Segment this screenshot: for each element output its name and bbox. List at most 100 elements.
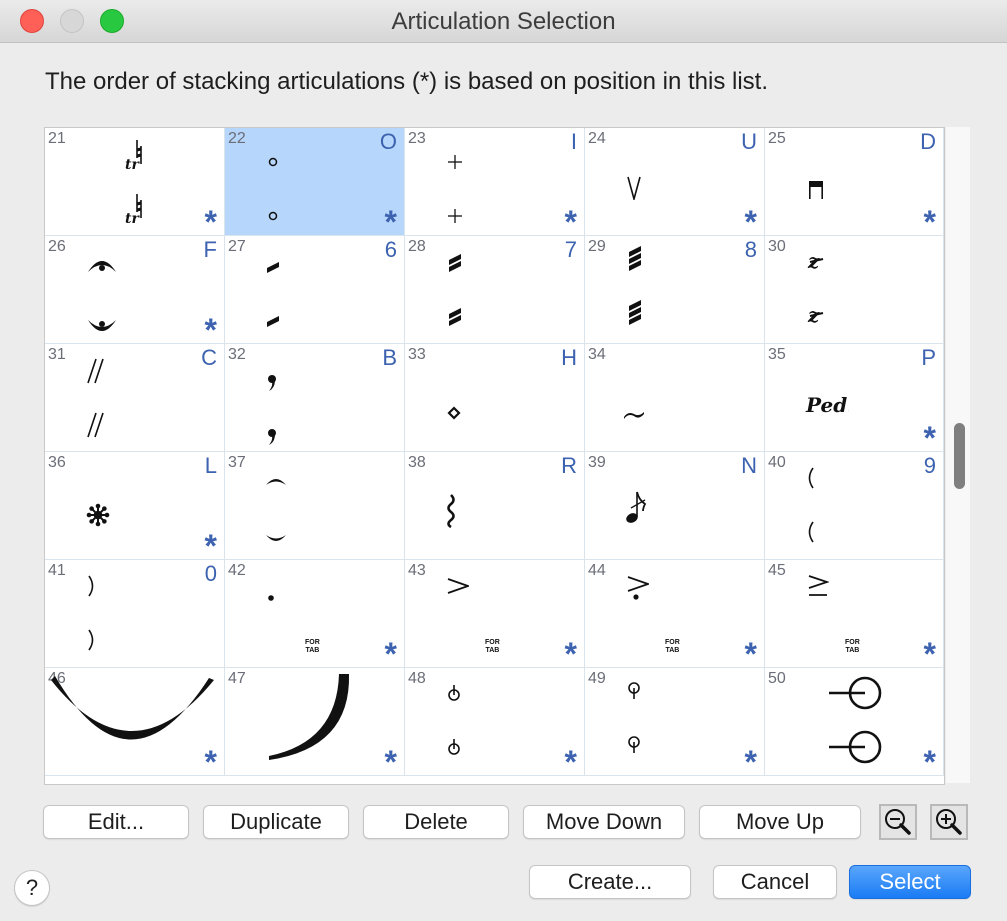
articulation-number: 33 bbox=[408, 346, 426, 363]
articulation-cell-41[interactable]: 41 0 bbox=[45, 560, 225, 668]
accent-tab-icon bbox=[447, 578, 471, 598]
right-paren-icon bbox=[87, 575, 97, 601]
articulation-cell-35[interactable]: 35PPed.* bbox=[765, 344, 944, 456]
arc-icon bbox=[265, 474, 287, 490]
articulation-number: 25 bbox=[768, 130, 786, 147]
duplicate-button[interactable]: Duplicate bbox=[203, 805, 349, 839]
arc-below-icon bbox=[265, 532, 287, 548]
tremolo-1-icon bbox=[265, 258, 281, 279]
articulation-number: 22 bbox=[228, 130, 246, 147]
articulation-number: 44 bbox=[588, 562, 606, 579]
articulation-number: 29 bbox=[588, 238, 606, 255]
shortcut-key: 8 bbox=[744, 237, 757, 262]
articulation-cell-45[interactable]: 45 FOR TAB * bbox=[765, 560, 944, 672]
articulation-number: 36 bbox=[48, 454, 66, 471]
stopped-plus-icon bbox=[447, 154, 463, 174]
articulation-cell-27[interactable]: 27 6 bbox=[225, 236, 405, 344]
half-open-circle-icon bbox=[827, 676, 883, 714]
shortcut-key: I bbox=[570, 129, 577, 154]
cancel-button[interactable]: Cancel bbox=[713, 865, 837, 899]
articulation-cell-50[interactable]: 50 * bbox=[765, 668, 944, 780]
shortcut-key: 0 bbox=[204, 561, 217, 586]
articulation-cell-33[interactable]: 33 H bbox=[405, 344, 585, 452]
articulation-cell-36[interactable]: 36 L * bbox=[45, 452, 225, 564]
for-tab-label: FOR TAB bbox=[845, 639, 860, 654]
articulation-number: 47 bbox=[228, 670, 246, 687]
articulation-cell-38[interactable]: 38 R bbox=[405, 452, 585, 560]
zoom-out-button[interactable] bbox=[879, 804, 917, 840]
accent-tenuto-tab-icon bbox=[807, 575, 830, 601]
articulation-cell-49[interactable]: 49 * bbox=[585, 668, 765, 780]
articulation-cell-21[interactable]: 21 tr tr * bbox=[45, 128, 225, 240]
articulation-number: 32 bbox=[228, 346, 246, 363]
articulation-grid: 21 tr tr * 22 O * 23 I * 24 U * 25 D * 26 F * 27 6 28 7 29 8 30 z z… bbox=[44, 127, 945, 785]
shortcut-key: P bbox=[921, 345, 936, 370]
articulation-number: 23 bbox=[408, 130, 426, 147]
buzz-roll-z-below-icon: z bbox=[807, 303, 827, 330]
open-stem-circle-icon bbox=[447, 684, 461, 706]
edit-button[interactable]: Edit... bbox=[43, 805, 189, 839]
harmonic-circle-icon bbox=[267, 156, 279, 172]
svg-text:tr: tr bbox=[125, 157, 140, 172]
trill-natural-below-icon: tr bbox=[123, 192, 147, 230]
grace-note-icon bbox=[625, 490, 649, 528]
articulation-cell-43[interactable]: 43 FOR TAB * bbox=[405, 560, 585, 672]
move-down-button[interactable]: Move Down bbox=[523, 805, 685, 839]
articulation-cell-39[interactable]: 39 N bbox=[585, 452, 765, 560]
breath-mark-icon bbox=[267, 374, 277, 396]
articulation-cell-28[interactable]: 28 7 bbox=[405, 236, 585, 344]
harmonic-circle-below-icon bbox=[267, 210, 279, 226]
articulation-cell-30[interactable]: 30 z z bbox=[765, 236, 944, 344]
zoom-out-icon bbox=[885, 809, 911, 835]
shortcut-key: H bbox=[561, 345, 577, 370]
scrollbar-thumb[interactable] bbox=[954, 423, 965, 489]
svg-text:Ped.: Ped. bbox=[805, 393, 849, 417]
articulation-cell-23[interactable]: 23 I * bbox=[405, 128, 585, 240]
shortcut-key: 6 bbox=[384, 237, 397, 262]
articulation-number: 40 bbox=[768, 454, 786, 471]
turn-tilde-icon bbox=[623, 408, 645, 424]
tremolo-1-below-icon bbox=[265, 312, 281, 333]
instruction-text: The order of stacking articulations (*) … bbox=[45, 68, 769, 95]
left-paren-below-icon bbox=[805, 521, 815, 547]
breath-mark-below-icon bbox=[267, 428, 277, 450]
articulation-number: 39 bbox=[588, 454, 606, 471]
pedal-icon: Ped. bbox=[805, 390, 854, 424]
fermata-icon bbox=[86, 254, 118, 278]
zoom-in-button[interactable] bbox=[930, 804, 968, 840]
right-paren-below-icon bbox=[87, 629, 97, 655]
articulation-cell-29[interactable]: 29 8 bbox=[585, 236, 765, 344]
open-stem-circle-below-icon bbox=[447, 738, 461, 760]
staccato-tab-icon bbox=[267, 590, 275, 606]
shortcut-key: R bbox=[561, 453, 577, 478]
articulation-cell-26[interactable]: 26 F * bbox=[45, 236, 225, 348]
articulation-cell-48[interactable]: 48 * bbox=[405, 668, 585, 780]
articulation-number: 28 bbox=[408, 238, 426, 255]
articulation-cell-24[interactable]: 24 U * bbox=[585, 128, 765, 240]
harmonic-diamond-icon bbox=[447, 406, 461, 424]
articulation-cell-31[interactable]: 31 C bbox=[45, 344, 225, 452]
articulation-cell-25[interactable]: 25 D * bbox=[765, 128, 944, 240]
help-button[interactable]: ? bbox=[14, 870, 50, 906]
fermata-below-icon bbox=[86, 318, 118, 342]
articulation-number: 41 bbox=[48, 562, 66, 579]
articulation-cell-32[interactable]: 32 B bbox=[225, 344, 405, 452]
articulation-cell-37[interactable]: 37 bbox=[225, 452, 405, 560]
delete-button[interactable]: Delete bbox=[363, 805, 509, 839]
articulation-cell-44[interactable]: 44 FOR TAB * bbox=[585, 560, 765, 672]
select-button[interactable]: Select bbox=[849, 865, 971, 899]
articulation-cell-42[interactable]: 42 FOR TAB * bbox=[225, 560, 405, 672]
articulation-cell-40[interactable]: 40 9 bbox=[765, 452, 944, 560]
articulation-number: 37 bbox=[228, 454, 246, 471]
caesura-icon bbox=[85, 358, 107, 388]
articulation-cell-47[interactable]: 47 * bbox=[225, 668, 405, 780]
articulation-cell-46[interactable]: 46 * bbox=[45, 668, 225, 780]
create-button[interactable]: Create... bbox=[529, 865, 691, 899]
articulation-cell-22[interactable]: 22 O * bbox=[225, 128, 405, 240]
move-up-button[interactable]: Move Up bbox=[699, 805, 861, 839]
tremolo-2-below-icon bbox=[447, 304, 463, 332]
shortcut-key: N bbox=[741, 453, 757, 478]
for-tab-label: FOR TAB bbox=[485, 639, 500, 654]
articulation-cell-34[interactable]: 34 bbox=[585, 344, 765, 452]
vertical-scrollbar[interactable] bbox=[946, 127, 970, 783]
